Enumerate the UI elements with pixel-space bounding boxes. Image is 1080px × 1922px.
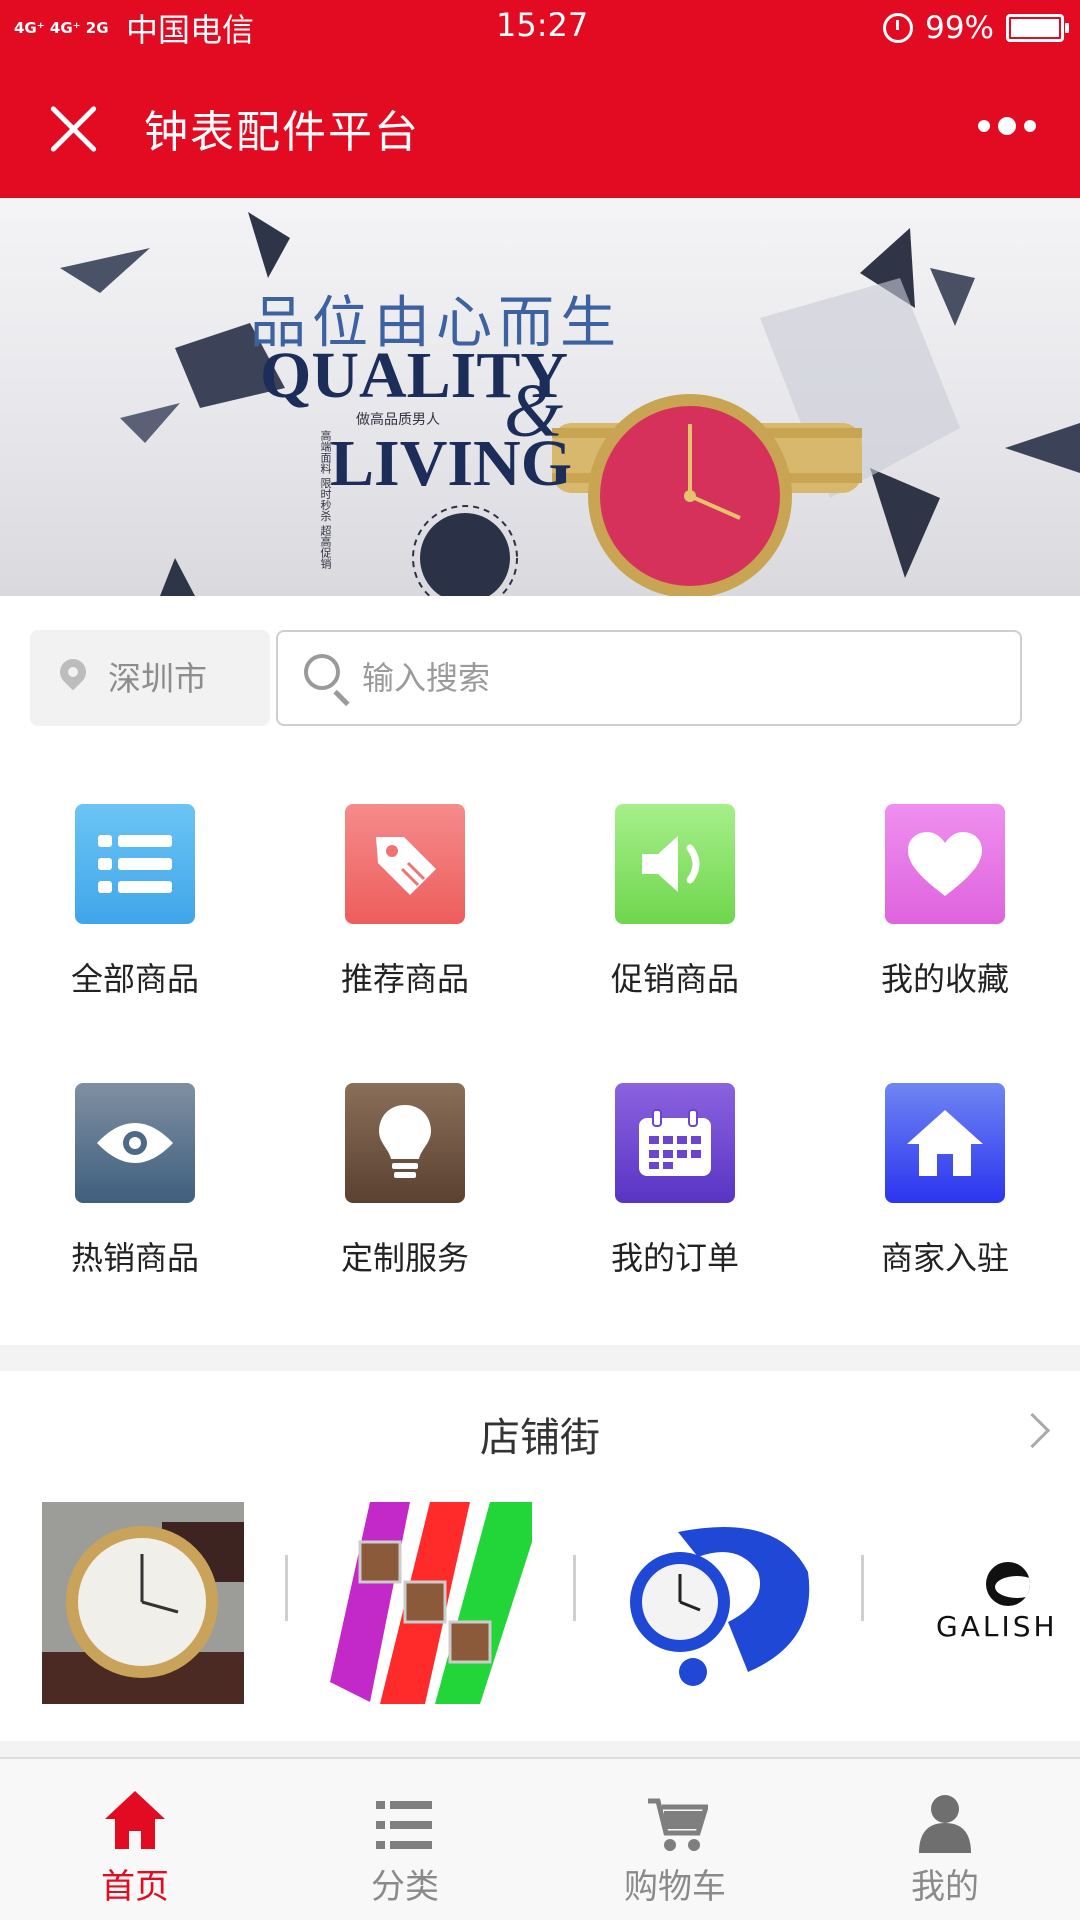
search-icon <box>304 654 340 690</box>
tab-cart[interactable]: 购物车 <box>540 1759 810 1922</box>
user-icon <box>919 1795 971 1853</box>
bottom-tab-bar: 首页 分类 购物车 我的 <box>0 1757 1080 1920</box>
category-all-products[interactable]: 全部商品 <box>50 804 220 1004</box>
eye-icon <box>75 1083 195 1203</box>
shop-image-silicone-bands <box>330 1502 532 1704</box>
category-label: 商家入驻 <box>880 1239 1009 1277</box>
search-input[interactable] <box>362 652 962 704</box>
home-icon <box>105 1791 165 1849</box>
category-custom-service[interactable]: 定制服务 <box>320 1083 490 1283</box>
lightbulb-icon <box>345 1083 465 1203</box>
shop-image-watch-leather <box>42 1502 244 1704</box>
category-label: 我的收藏 <box>880 960 1009 998</box>
list-icon <box>75 804 195 924</box>
status-time: 15:27 <box>496 6 589 44</box>
category-my-orders[interactable]: 我的订单 <box>590 1083 760 1283</box>
tab-label: 购物车 <box>624 1867 726 1907</box>
cart-icon <box>648 1798 708 1851</box>
shop-card[interactable] <box>42 1502 244 1704</box>
shop-card[interactable] <box>618 1502 820 1704</box>
tab-label: 首页 <box>101 1867 169 1907</box>
battery-icon <box>1006 14 1069 42</box>
category-promotion[interactable]: 促销商品 <box>590 804 760 1004</box>
category-favorites[interactable]: 我的收藏 <box>860 804 1030 1004</box>
category-label: 推荐商品 <box>340 960 469 998</box>
tab-label: 分类 <box>371 1867 439 1907</box>
status-left: 4G⁺ 4G⁺ 2G 中国电信 <box>14 6 254 50</box>
carrier-name: 中国电信 <box>126 11 255 49</box>
search-box[interactable] <box>276 630 1022 726</box>
category-label: 定制服务 <box>340 1239 469 1277</box>
banner-living: LIVING <box>330 427 573 500</box>
promo-banner[interactable]: 品位由心而生 QUALITY & 做高品质男人 高端面料 限时秒杀 超高促销 L… <box>0 198 1080 596</box>
list-icon <box>376 1801 432 1849</box>
battery-percent: 99% <box>925 10 994 46</box>
shop-separator <box>285 1555 288 1621</box>
more-icon[interactable] <box>978 116 1038 136</box>
calendar-icon <box>615 1083 735 1203</box>
shop-card[interactable] <box>330 1502 532 1704</box>
tag-icon <box>345 804 465 924</box>
category-merchant-join[interactable]: 商家入驻 <box>860 1083 1030 1283</box>
tab-category[interactable]: 分类 <box>270 1759 540 1922</box>
bottom-divider <box>0 1741 1080 1757</box>
network-signal-icon: 4G⁺ 4G⁺ 2G <box>14 19 109 37</box>
galish-logo-icon[interactable] <box>986 1562 1030 1606</box>
location-selector[interactable]: 深圳市 <box>30 630 270 726</box>
location-city: 深圳市 <box>108 659 207 698</box>
tab-label: 我的 <box>911 1867 979 1907</box>
speaker-icon <box>615 804 735 924</box>
category-label: 促销商品 <box>610 960 739 998</box>
tab-mine[interactable]: 我的 <box>810 1759 1080 1922</box>
tab-home[interactable]: 首页 <box>0 1759 270 1922</box>
page-title: 钟表配件平台 <box>144 107 420 158</box>
category-label: 我的订单 <box>610 1239 739 1277</box>
shop-separator <box>573 1555 576 1621</box>
heart-icon <box>885 804 1005 924</box>
banner-vertical-text: 高端面料 限时秒杀 超高促销 <box>319 430 332 569</box>
category-label: 热销商品 <box>70 1239 199 1277</box>
location-pin-icon <box>54 653 92 691</box>
shop-image-carabiner-watch <box>618 1502 820 1704</box>
shop-separator <box>861 1555 864 1621</box>
shop-brand-galish[interactable]: GALISH <box>936 1610 1058 1643</box>
close-icon[interactable] <box>44 100 102 158</box>
shop-street-title: 店铺街 <box>480 1415 600 1461</box>
section-divider <box>0 1345 1080 1371</box>
category-label: 全部商品 <box>70 960 199 998</box>
status-right: 99% <box>883 8 1069 48</box>
category-hot-sale[interactable]: 热销商品 <box>50 1083 220 1283</box>
status-bar: 4G⁺ 4G⁺ 2G 中国电信 15:27 99% <box>0 0 1080 56</box>
category-recommended[interactable]: 推荐商品 <box>320 804 490 1004</box>
home-icon <box>885 1083 1005 1203</box>
alarm-icon <box>883 13 914 43</box>
